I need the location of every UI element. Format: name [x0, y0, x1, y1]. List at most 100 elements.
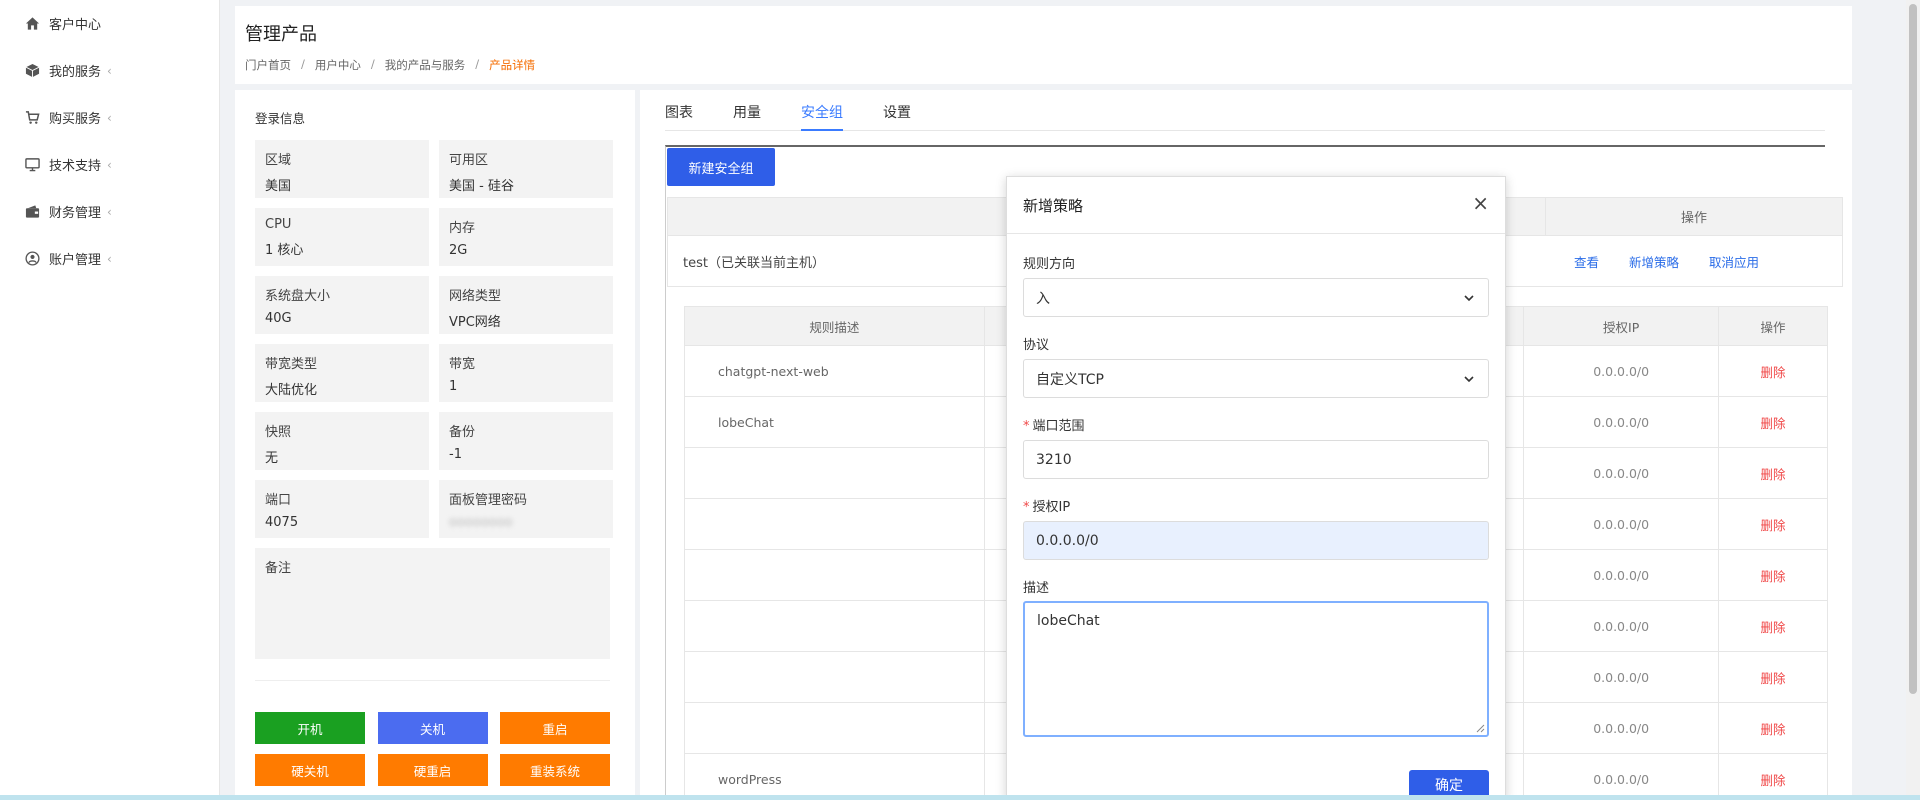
hard-power-off-button[interactable]: 硬关机	[255, 754, 365, 786]
info-key: 快照	[265, 425, 292, 440]
cart-icon	[24, 110, 40, 126]
direction-select[interactable]: 入	[1023, 278, 1489, 317]
protocol-value: 自定义TCP	[1036, 371, 1104, 388]
authorized-ip-value: 0.0.0.0/0	[1036, 532, 1099, 549]
sidebar-item-my-services[interactable]: 我的服务 ‹	[0, 47, 219, 94]
required-mark: *	[1023, 500, 1030, 515]
info-value: 大陆优化	[265, 383, 318, 398]
new-security-group-button[interactable]: 新建安全组	[667, 148, 775, 186]
protocol-label-text: 协议	[1023, 338, 1050, 353]
remark-box: 备注	[255, 548, 610, 659]
sidebar-item-account[interactable]: 账户管理 ‹	[0, 235, 219, 282]
info-key: 带宽类型	[265, 357, 318, 372]
ip-label-text: 授权IP	[1032, 500, 1071, 515]
rule-desc	[684, 549, 985, 601]
power-on-button[interactable]: 开机	[255, 712, 365, 744]
breadcrumb-home[interactable]: 门户首页	[245, 57, 291, 73]
bottom-edge	[0, 795, 1920, 800]
info-cell-port: 端口 4075	[255, 480, 429, 538]
breadcrumb-current: 产品详情	[489, 58, 536, 72]
info-key: 可用区	[449, 153, 489, 168]
rule-desc: wordPress	[684, 753, 985, 800]
scrollbar-thumb[interactable]	[1909, 4, 1917, 694]
reinstall-system-button[interactable]: 重装系统	[500, 754, 610, 786]
info-key: 备份	[449, 425, 476, 440]
rule-ip: 0.0.0.0/0	[1523, 498, 1720, 550]
ip-label: * 授权IP	[1023, 496, 1070, 515]
wallet-icon	[24, 204, 40, 220]
tab-usage[interactable]: 用量	[733, 90, 761, 131]
direction-label: 规则方向	[1023, 253, 1075, 272]
tab-charts[interactable]: 图表	[665, 90, 693, 131]
chevron-left-icon: ‹	[107, 204, 112, 219]
delete-link[interactable]: 删除	[1718, 753, 1828, 800]
tab-bar: 图表 用量 安全组 设置	[665, 90, 1825, 131]
restart-button[interactable]: 重启	[500, 712, 610, 744]
sidebar-item-finance[interactable]: 财务管理 ‹	[0, 188, 219, 235]
delete-link[interactable]: 删除	[1718, 600, 1828, 652]
rule-ip: 0.0.0.0/0	[1523, 447, 1720, 499]
desc-label: 描述	[1023, 577, 1049, 596]
remark-label: 备注	[265, 561, 292, 576]
info-cell-bandwidth-type: 带宽类型 大陆优化	[255, 344, 429, 402]
chevron-left-icon: ‹	[107, 110, 112, 125]
breadcrumb: 门户首页 / 用户中心 / 我的产品与服务 / 产品详情	[245, 57, 535, 73]
protocol-select[interactable]: 自定义TCP	[1023, 359, 1489, 398]
info-value: 40G	[265, 311, 292, 326]
divider	[255, 680, 610, 681]
sidebar-item-label: 我的服务	[49, 65, 102, 80]
close-icon[interactable]: ×	[1472, 193, 1489, 213]
sidebar: 客户中心 我的服务 ‹ 购买服务 ‹ 技术支持 ‹ 财务管理 ‹ 账户管理 ‹	[0, 0, 220, 800]
direction-label-text: 规则方向	[1023, 257, 1076, 272]
tab-security-group[interactable]: 安全组	[801, 90, 843, 131]
breadcrumb-separator: /	[475, 57, 480, 71]
resize-handle-icon[interactable]	[1475, 723, 1485, 733]
tab-settings[interactable]: 设置	[883, 90, 911, 131]
sidebar-item-customer-center[interactable]: 客户中心	[0, 0, 219, 47]
description-textarea[interactable]: lobeChat	[1023, 601, 1489, 737]
delete-link[interactable]: 删除	[1718, 498, 1828, 550]
rule-ip: 0.0.0.0/0	[1523, 396, 1720, 448]
sidebar-item-buy-services[interactable]: 购买服务 ‹	[0, 94, 219, 141]
info-key: CPU	[265, 217, 292, 232]
rule-desc	[684, 651, 985, 703]
info-value: oooooooo	[449, 515, 513, 530]
chevron-left-icon: ‹	[107, 251, 112, 266]
rule-ip: 0.0.0.0/0	[1523, 345, 1720, 397]
info-key: 区域	[265, 153, 292, 168]
delete-link[interactable]: 删除	[1718, 396, 1828, 448]
delete-link[interactable]: 删除	[1718, 702, 1828, 754]
delete-link[interactable]: 删除	[1718, 549, 1828, 601]
cancel-apply-link[interactable]: 取消应用	[1709, 252, 1759, 271]
info-value: 2G	[449, 243, 468, 258]
breadcrumb-my-products[interactable]: 我的产品与服务	[385, 57, 466, 73]
info-cell-snapshot: 快照无	[255, 412, 429, 470]
rule-desc	[684, 600, 985, 652]
breadcrumb-separator: /	[370, 57, 375, 71]
monitor-icon	[24, 157, 40, 173]
info-value: 1 核心	[265, 243, 304, 258]
chevron-down-icon	[1464, 376, 1474, 383]
delete-link[interactable]: 删除	[1718, 345, 1828, 397]
delete-link[interactable]: 删除	[1718, 651, 1828, 703]
info-value: 4075	[265, 515, 299, 530]
rule-ip: 0.0.0.0/0	[1523, 549, 1720, 601]
delete-link[interactable]: 删除	[1718, 447, 1828, 499]
sidebar-item-tech-support[interactable]: 技术支持 ‹	[0, 141, 219, 188]
rule-desc: lobeChat	[684, 396, 985, 448]
page-scrollbar[interactable]	[1906, 0, 1920, 800]
info-cell-zone: 可用区 美国 - 硅谷	[439, 140, 613, 198]
add-policy-link[interactable]: 新增策略	[1629, 252, 1679, 271]
chevron-left-icon: ‹	[107, 63, 112, 78]
hard-restart-button[interactable]: 硬重启	[377, 754, 488, 786]
view-link[interactable]: 查看	[1574, 252, 1599, 271]
rules-header-desc: 规则描述	[684, 306, 985, 346]
info-key: 端口	[265, 493, 292, 508]
authorized-ip-input[interactable]: 0.0.0.0/0	[1023, 521, 1489, 560]
port-range-input[interactable]: 3210	[1023, 440, 1489, 479]
info-cell-cpu: CPU 1 核心	[255, 208, 429, 266]
box-icon	[24, 63, 40, 79]
desc-label-text: 描述	[1023, 581, 1050, 596]
power-off-button[interactable]: 关机	[377, 712, 488, 744]
breadcrumb-user-center[interactable]: 用户中心	[315, 57, 361, 73]
